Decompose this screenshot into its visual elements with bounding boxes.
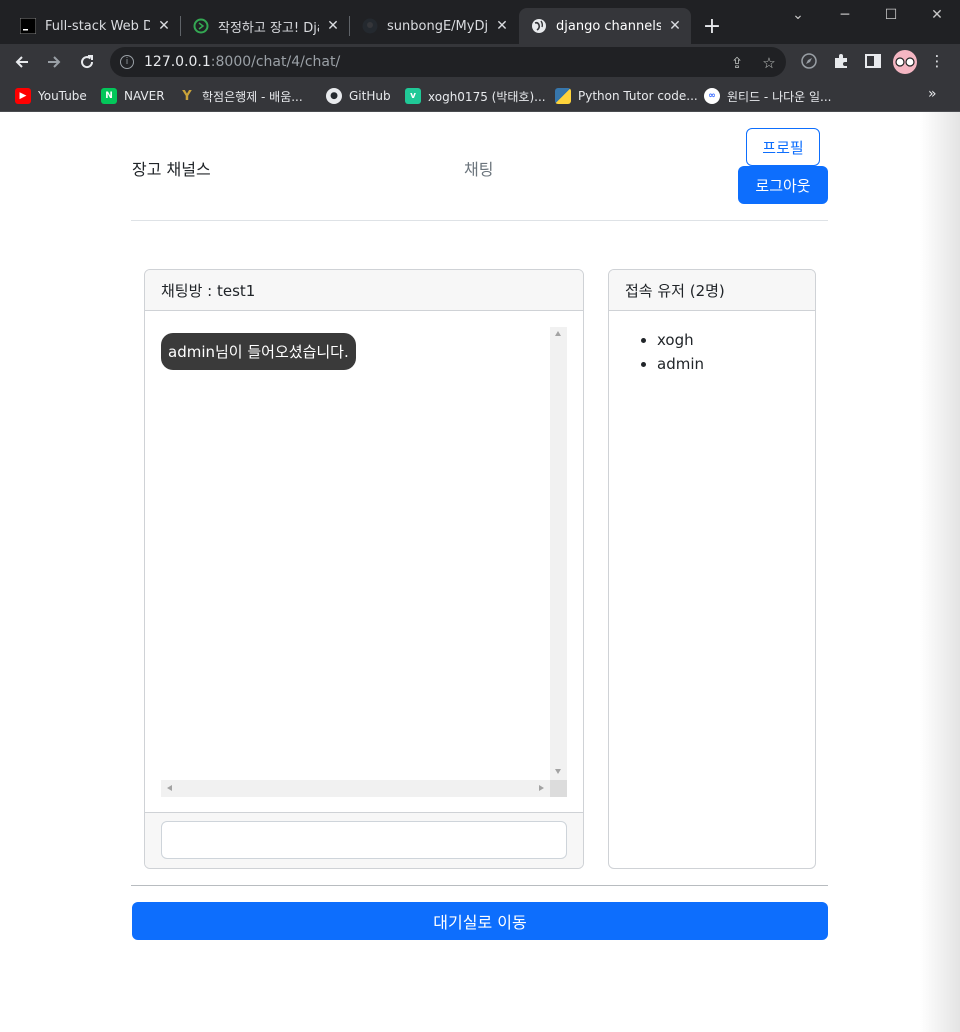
bookmark-github[interactable]: ● GitHub — [326, 80, 391, 112]
bookmark-youtube[interactable]: ▶ YouTube — [15, 80, 87, 112]
tab-django-book[interactable]: 작정하고 장고! Djan ✕ — [181, 8, 349, 44]
bookmark-credit-bank[interactable]: Y 학점은행제 - 배움... — [179, 80, 302, 112]
list-item: xogh — [657, 328, 704, 352]
scroll-left-icon[interactable] — [167, 785, 172, 791]
connected-users-card: 접속 유저 (2명) xogh admin — [608, 269, 816, 869]
django-icon — [193, 18, 209, 34]
chat-log[interactable]: admin님이 들어오셨습니다. — [161, 327, 567, 797]
horizontal-scrollbar[interactable] — [161, 780, 550, 797]
browser-toolbar: i 127.0.0.1:8000/chat/4/chat/ ⇪ ☆ ⋮ — [0, 44, 960, 80]
window-edge-shadow — [920, 112, 960, 1032]
profile-button[interactable]: 프로필 — [746, 128, 820, 166]
menu-kebab-icon[interactable]: ⋮ — [926, 50, 948, 72]
bookmark-python-tutor[interactable]: Python Tutor code... — [555, 80, 698, 112]
scroll-up-icon[interactable] — [555, 331, 561, 336]
share-icon[interactable]: ⇪ — [728, 54, 746, 72]
terminal-icon — [20, 18, 36, 34]
nav-link-chat[interactable]: 채팅 — [464, 156, 493, 180]
bookmark-naver[interactable]: N NAVER — [101, 80, 165, 112]
scroll-down-icon[interactable] — [555, 769, 561, 774]
github-icon — [362, 18, 378, 34]
logout-button[interactable]: 로그아웃 — [738, 166, 828, 204]
side-panel-icon[interactable] — [862, 50, 884, 72]
close-icon[interactable]: ✕ — [325, 18, 341, 34]
maximize-button[interactable]: ☐ — [868, 0, 914, 30]
more-bookmarks-icon[interactable]: » — [928, 86, 937, 102]
message-input[interactable] — [161, 821, 567, 859]
tab-github-repo[interactable]: sunbongE/MyDjang ✕ — [350, 8, 518, 44]
star-icon[interactable]: ☆ — [760, 54, 778, 72]
back-arrow-icon[interactable] — [8, 48, 36, 76]
page-content: 장고 채널스 채팅 프로필 로그아웃 채팅방 : test1 admin님이 들… — [0, 112, 960, 1032]
browser-window: Full-stack Web Dev ✕ 작정하고 장고! Djan ✕ sun… — [0, 0, 960, 1032]
puzzle-extensions-icon[interactable] — [830, 50, 852, 72]
youtube-icon: ▶ — [15, 88, 31, 104]
github-icon: ● — [326, 88, 342, 104]
naver-icon: N — [101, 88, 117, 104]
bookmarks-bar: ▶ YouTube N NAVER Y 학점은행제 - 배움... ● GitH… — [0, 80, 960, 112]
tab-title: 작정하고 장고! Djan — [218, 20, 319, 36]
velog-icon: v — [405, 88, 421, 104]
go-to-lobby-button[interactable]: 대기실로 이동 — [132, 902, 828, 940]
site-brand[interactable]: 장고 채널스 — [132, 156, 211, 180]
chat-message: admin님이 들어오셨습니다. — [161, 333, 356, 370]
header-divider — [131, 220, 828, 221]
window-close-button[interactable]: ✕ — [914, 0, 960, 30]
tab-search-icon[interactable]: ⌄ — [775, 0, 821, 30]
minimize-button[interactable]: ─ — [822, 0, 868, 30]
vertical-scrollbar[interactable] — [550, 327, 567, 780]
tab-title: Full-stack Web Dev — [45, 18, 150, 34]
bookmark-velog[interactable]: v xogh0175 (박태호)... — [405, 80, 546, 112]
scrollbar-corner — [550, 780, 567, 797]
scroll-right-icon[interactable] — [539, 785, 544, 791]
tab-strip: Full-stack Web Dev ✕ 작정하고 장고! Djan ✕ sun… — [0, 0, 960, 44]
compass-extension-icon[interactable] — [798, 50, 820, 72]
python-icon — [555, 88, 571, 104]
wanted-icon: ∞ — [704, 88, 720, 104]
connected-users-title: 접속 유저 (2명) — [609, 270, 815, 311]
chat-room-title: 채팅방 : test1 — [145, 270, 583, 311]
footer-divider — [131, 885, 828, 886]
new-tab-button[interactable]: + — [698, 12, 726, 40]
profile-avatar[interactable] — [893, 50, 917, 74]
user-list: xogh admin — [657, 328, 704, 376]
globe-icon — [531, 18, 547, 34]
tab-django-channels[interactable]: django channels ✕ — [519, 8, 691, 44]
tab-full-stack[interactable]: Full-stack Web Dev ✕ — [8, 8, 180, 44]
address-bar[interactable]: i 127.0.0.1:8000/chat/4/chat/ ⇪ ☆ — [110, 47, 786, 77]
tab-title: sunbongE/MyDjang — [387, 18, 488, 34]
chat-input-footer — [145, 812, 583, 868]
credit-bank-icon: Y — [182, 88, 192, 104]
chat-room-card: 채팅방 : test1 admin님이 들어오셨습니다. — [144, 269, 584, 869]
list-item: admin — [657, 352, 704, 376]
close-icon[interactable]: ✕ — [667, 18, 683, 34]
close-icon[interactable]: ✕ — [156, 18, 172, 34]
info-icon[interactable]: i — [120, 55, 134, 69]
tab-title: django channels — [556, 18, 661, 34]
close-icon[interactable]: ✕ — [494, 18, 510, 34]
bookmark-wanted[interactable]: ∞ 원티드 - 나다운 일... — [704, 80, 832, 112]
reload-icon[interactable] — [73, 48, 101, 76]
url-text: 127.0.0.1:8000/chat/4/chat/ — [144, 54, 341, 70]
forward-arrow-icon[interactable] — [40, 48, 68, 76]
